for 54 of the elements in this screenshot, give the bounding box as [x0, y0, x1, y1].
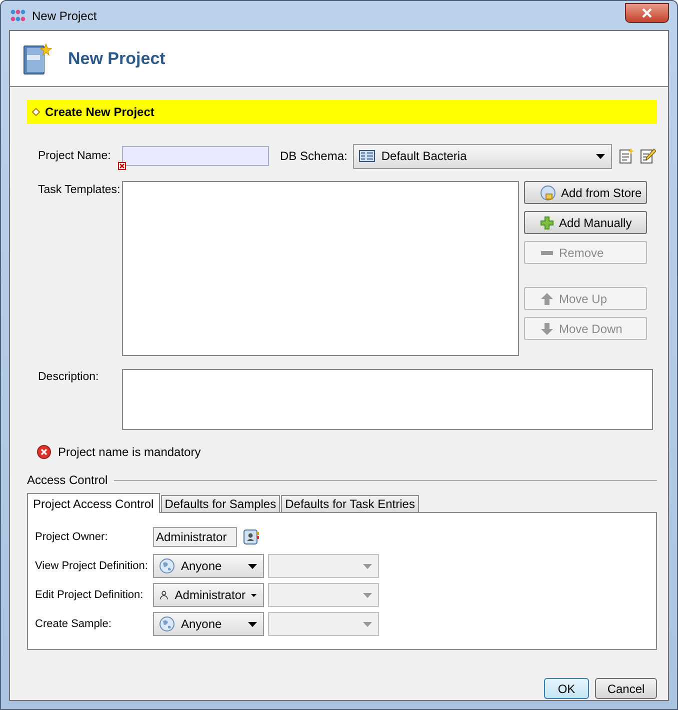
address-book-icon [243, 529, 259, 545]
error-message: Project name is mandatory [58, 445, 201, 459]
description-field[interactable] [122, 369, 653, 430]
caret-icon [596, 154, 606, 158]
dialog-heading: New Project [68, 48, 166, 68]
caret-icon [363, 592, 372, 598]
field-label: Task Templates: [37, 183, 122, 198]
tab[interactable]: Project Access Control [27, 493, 160, 513]
field-label: DB Schema: [280, 149, 348, 163]
dialog-button[interactable]: Cancel [595, 678, 657, 699]
diamond-icon [32, 108, 40, 116]
table-icon [359, 150, 376, 162]
caret-icon [248, 622, 257, 626]
dropdown-value: Administrator [174, 588, 246, 602]
up-arrow-icon [540, 292, 554, 306]
caret-icon [251, 592, 257, 598]
field-label: Description: [37, 370, 100, 385]
new-document-icon [618, 148, 634, 164]
plus-icon [540, 216, 554, 230]
new-schema-button[interactable] [618, 148, 634, 164]
field-label: Edit Project Definition: [35, 589, 144, 601]
dropdown-value: Default Bacteria [381, 149, 468, 163]
template-button[interactable]: Add Manually [524, 211, 647, 234]
caret-icon [248, 564, 257, 568]
group-title: Access Control [27, 473, 108, 487]
field-label: Create Sample: [35, 618, 112, 630]
caret-icon [363, 622, 372, 626]
book-icon [22, 42, 52, 76]
dropdown-value: Anyone [181, 617, 223, 631]
schema-dropdown[interactable]: Default Bacteria [353, 144, 612, 168]
field-label: View Project Definition: [35, 560, 149, 572]
permission-dropdown[interactable]: Anyone [153, 612, 264, 636]
permission-dropdown[interactable]: Administrator [153, 583, 264, 607]
tab[interactable]: Defaults for Task Entries [281, 495, 419, 512]
input-field[interactable] [122, 146, 269, 166]
owner-field: Administrator [153, 527, 237, 547]
field-label: Project Name: [37, 150, 112, 162]
close-icon [642, 8, 652, 18]
edit-document-icon [640, 148, 656, 164]
dialog-button[interactable]: OK [544, 678, 589, 699]
section-title: Create New Project [45, 105, 154, 119]
field-label: Project Owner: [35, 531, 109, 543]
edit-schema-button[interactable] [640, 148, 656, 164]
caret-icon [363, 564, 372, 568]
close-button[interactable] [625, 2, 669, 22]
dropdown-value: Anyone [181, 559, 223, 573]
permission-dropdown[interactable]: Anyone [153, 554, 264, 578]
error-icon [37, 445, 51, 459]
window-title: New Project [32, 8, 97, 22]
tab[interactable]: Defaults for Samples [160, 495, 280, 512]
app-icon [10, 8, 26, 24]
template-button[interactable]: Add from Store [524, 181, 647, 204]
down-arrow-icon [540, 322, 554, 336]
select-user-button[interactable] [243, 529, 259, 545]
